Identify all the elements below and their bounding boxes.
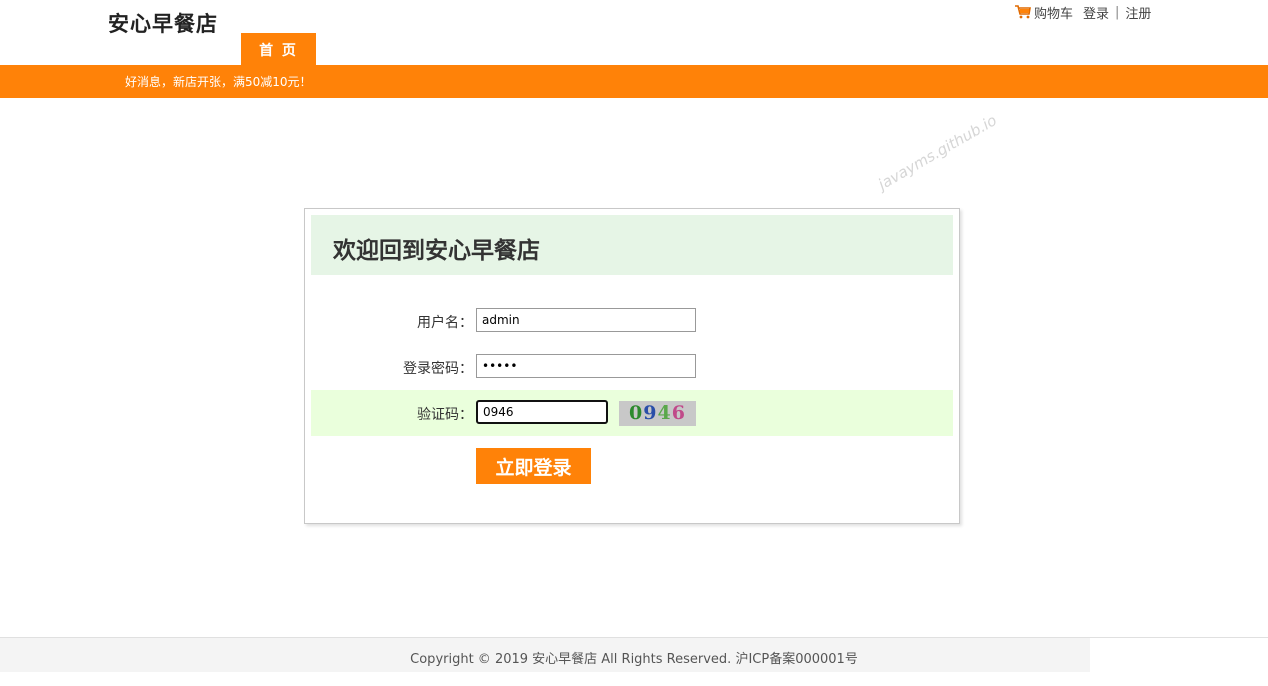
username-label: 用户名： [417,315,473,331]
notice-text: 好消息，新店开张，满50减10元！ [125,75,312,89]
shopping-cart-icon[interactable] [1015,5,1031,19]
captcha-digit: 6 [671,402,686,424]
username-input[interactable] [476,308,696,332]
cart-link[interactable]: 购物车 [1034,3,1073,22]
username-row: 用户名： [311,298,953,344]
password-row: 登录密码： [311,344,953,390]
captcha-row: 验证码： 0946 [311,390,953,436]
captcha-image[interactable]: 0946 [619,401,696,426]
password-label: 登录密码： [403,361,473,377]
login-submit-button[interactable]: 立即登录 [476,448,591,484]
captcha-label: 验证码： [417,407,473,423]
watermark: javayms.github.io [875,111,1000,194]
captcha-input[interactable] [476,400,608,424]
nav-tab-home[interactable]: 首 页 [241,33,316,66]
login-header: 欢迎回到安心早餐店 [311,215,953,275]
top-links: 购物车 登录 | 注册 [1015,3,1151,22]
login-link[interactable]: 登录 [1083,3,1109,22]
captcha-digit: 0 [629,402,644,424]
captcha-digit: 9 [643,402,658,424]
password-input[interactable] [476,354,696,378]
captcha-digit: 4 [657,402,672,424]
link-separator: | [1115,4,1120,20]
notice-bar: 好消息，新店开张，满50减10元！ [0,65,1268,98]
login-panel: 欢迎回到安心早餐店 用户名： 登录密码： 验证码： 0946 立即登录 [304,208,960,524]
footer-copyright: Copyright © 2019 安心早餐店 All Rights Reserv… [410,652,858,667]
site-title: 安心早餐店 [108,12,218,36]
register-link[interactable]: 注册 [1125,3,1151,22]
login-title: 欢迎回到安心早餐店 [333,238,540,264]
footer: Copyright © 2019 安心早餐店 All Rights Reserv… [0,637,1268,686]
